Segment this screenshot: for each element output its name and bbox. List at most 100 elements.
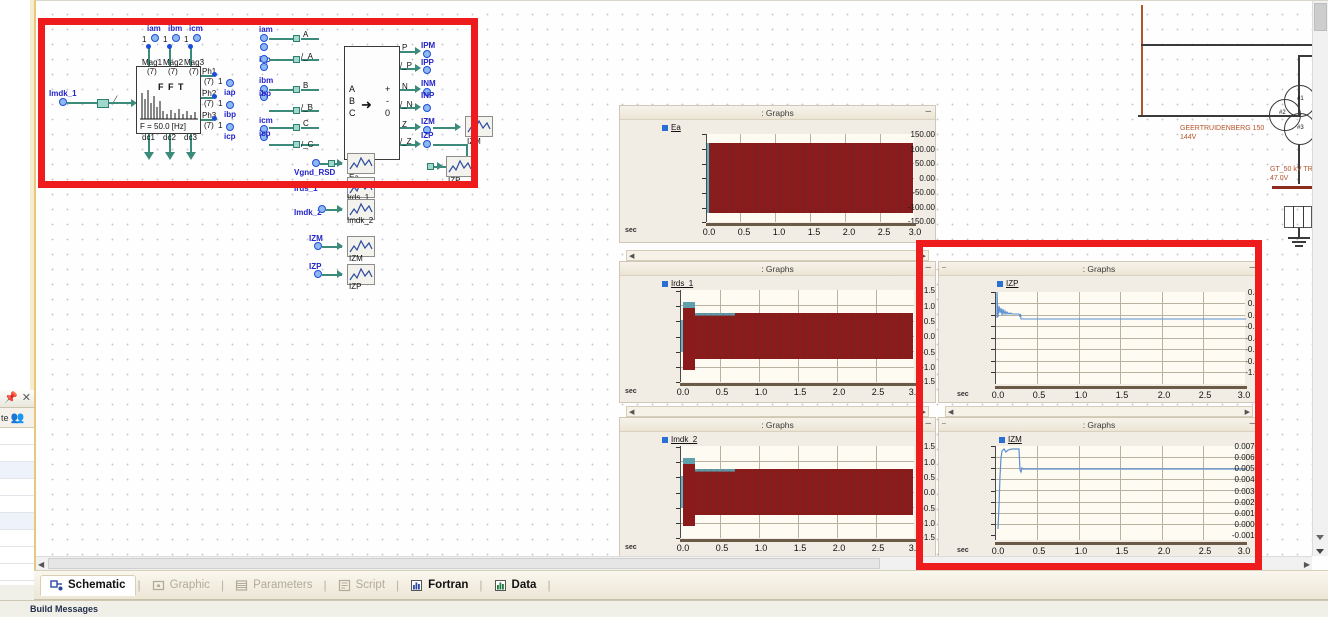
tab-parameters[interactable]: Parameters (226, 576, 321, 595)
load-divider (1293, 206, 1295, 228)
graph-title-imdk2: : Graphs (620, 418, 935, 432)
minimize-icon[interactable]: – (925, 107, 931, 117)
graph-hscroll-imdk2[interactable]: ◀ ▶ (626, 406, 929, 417)
graph-panel-irds1[interactable]: ◀ ▶ : Graphs – ▸ Irds_1 (619, 250, 936, 403)
canvas-horizontal-scrollbar[interactable]: ◀ ▶ (36, 556, 1312, 570)
tab-data[interactable]: Data (485, 576, 546, 595)
ytick-label: -1.0 (921, 519, 935, 528)
tab-fortran[interactable]: Fortran (401, 576, 477, 595)
ytick-label: -0.5 (921, 504, 935, 513)
graph-hscroll-izm[interactable]: ◀ ▶ (945, 406, 1253, 417)
pin-icon[interactable]: 📌 (4, 393, 18, 404)
left-dock-list[interactable] (0, 428, 34, 585)
tab-graphic[interactable]: Graphic (143, 576, 219, 595)
xtick-label: 0.5 (715, 543, 729, 553)
ytick-mark (676, 493, 680, 494)
list-item[interactable] (0, 513, 34, 530)
ytick-mark (702, 193, 706, 194)
minimize-icon[interactable]: – (925, 263, 931, 273)
ytick-label: -0.6 (1245, 345, 1259, 354)
tab-schematic[interactable]: Schematic (40, 574, 136, 596)
graph-hscroll-irds1[interactable]: ◀ ▶ (626, 250, 929, 261)
scroll-right-icon[interactable]: ▶ (921, 408, 926, 416)
list-item[interactable] (0, 479, 34, 496)
ytick-mark (676, 447, 680, 448)
list-item[interactable] (0, 445, 34, 462)
load-symbol[interactable] (1284, 206, 1312, 228)
graph-panel-izm[interactable]: ◀ ▶ : Graphs – – ▸ IZM (938, 406, 1260, 556)
ytick-label: 0.00 (919, 174, 935, 183)
feeder-line (1141, 5, 1143, 117)
bottom-tab-bar[interactable]: Schematic | Graphic | Parameters | Scrip… (34, 570, 1328, 600)
ytick-label: -1.0 (921, 363, 935, 372)
list-item[interactable] (0, 530, 34, 547)
graph-body-irds1: Irds_1 1.5 1.0 0.5 0.0 -0.5 -1.0 -1.5 se… (620, 276, 935, 402)
scroll-left-icon[interactable]: ◀ (948, 408, 953, 416)
xtick-label: 2.5 (877, 227, 891, 237)
tab-script[interactable]: Script (329, 576, 394, 595)
canvas-vertical-scrollbar[interactable] (1312, 1, 1328, 556)
scroll-left-icon[interactable]: ◀ (629, 252, 634, 260)
ytick-label: 150.00 (910, 130, 935, 139)
ytick-label: 0.5 (923, 473, 935, 482)
ytick-mark (676, 352, 680, 353)
scroll-down-page-icon[interactable] (1316, 549, 1324, 554)
list-item[interactable] (0, 547, 34, 564)
list-item[interactable] (0, 564, 34, 581)
xtick-label: 2.0 (1157, 546, 1171, 556)
scroll-right-icon[interactable]: ▶ (1304, 560, 1310, 569)
left-gutter-fill (0, 0, 34, 390)
scroll-down-icon[interactable] (1316, 535, 1324, 540)
left-dock-panel: 📌 ✕ te 👥 (0, 390, 34, 585)
graph-body-izm: IZM 0.0070 0.0060 0.0050 0.0040 0.0030 0… (939, 432, 1259, 556)
ytick-mark (676, 306, 680, 307)
xtick-label: 1.0 (1074, 390, 1088, 400)
scrollbar-thumb[interactable] (48, 558, 880, 569)
graph-body-imdk2: Imdk_2 1.5 1.0 0.5 0.0 -0.5 -1.0 -1.5 se… (620, 432, 935, 556)
schematic-canvas[interactable]: Imdk_1 ⁄ F F T F = 50.0 [Hz] Mag1 Mag2 M… (41, 3, 1312, 556)
graph-title-ea: : Graphs (620, 106, 935, 120)
ytick-label: 0.0020 (1234, 498, 1259, 507)
graph-panel-imdk2[interactable]: ◀ ▶ : Graphs – ▸ Imdk_2 (619, 406, 936, 556)
legend-swatch (997, 280, 1003, 287)
list-item[interactable] (0, 496, 34, 513)
graph-panel-izp[interactable]: : Graphs – – ▸ IZP (938, 261, 1260, 403)
xtick-label: 1.0 (754, 543, 768, 553)
graph-collapse-icon[interactable]: – (942, 264, 946, 271)
xtick-label: 2.5 (1198, 390, 1212, 400)
ytick-label: 0.0060 (1234, 453, 1259, 462)
users-icon[interactable]: 👥 (11, 411, 25, 424)
scroll-left-icon[interactable]: ◀ (38, 560, 44, 569)
tab-separator: | (137, 578, 141, 592)
xtick-label: 0.5 (737, 227, 751, 237)
tab-separator: | (479, 578, 483, 592)
bus-line-top (1141, 44, 1312, 46)
scroll-right-icon[interactable]: ▶ (921, 252, 926, 260)
minimize-icon[interactable]: – (1249, 263, 1255, 273)
minimize-icon[interactable]: – (925, 419, 931, 429)
graph-panel-ea[interactable]: : Graphs – ▸ Ea (619, 105, 936, 243)
tab-separator: | (396, 578, 400, 592)
xtick-label: 0.0 (702, 227, 716, 237)
scrollbar-thumb[interactable] (1314, 3, 1327, 31)
xtick-label: 1.0 (772, 227, 786, 237)
graph-collapse-icon[interactable]: – (942, 420, 946, 427)
xtick-label: 2.5 (1198, 546, 1212, 556)
ytick-label: 0.0070 (1234, 442, 1259, 451)
ytick-label: 0.0010 (1234, 509, 1259, 518)
legend-swatch (662, 280, 668, 287)
scroll-left-icon[interactable]: ◀ (629, 408, 634, 416)
close-icon[interactable]: ✕ (22, 393, 31, 404)
list-item[interactable] (0, 462, 34, 479)
legend-swatch (662, 124, 668, 131)
minimize-icon[interactable]: – (1249, 419, 1255, 429)
xtick-label: 1.5 (807, 227, 821, 237)
ytick-label: -0.0010 (1231, 531, 1259, 540)
ytick-mark (702, 134, 706, 135)
list-item[interactable] (0, 428, 34, 445)
scroll-right-icon[interactable]: ▶ (1245, 408, 1250, 416)
bus-name-label: GEERTRUIDENBERG 150 (1180, 125, 1265, 132)
left-dock-titlebar: 📌 ✕ (0, 390, 34, 408)
left-dock-toolbar-label: te (1, 412, 9, 423)
graph-body-izp: IZP 0.4 0.2 0.0 -0.2 -0.4 -0.6 -0.8 -1.0… (939, 276, 1259, 402)
